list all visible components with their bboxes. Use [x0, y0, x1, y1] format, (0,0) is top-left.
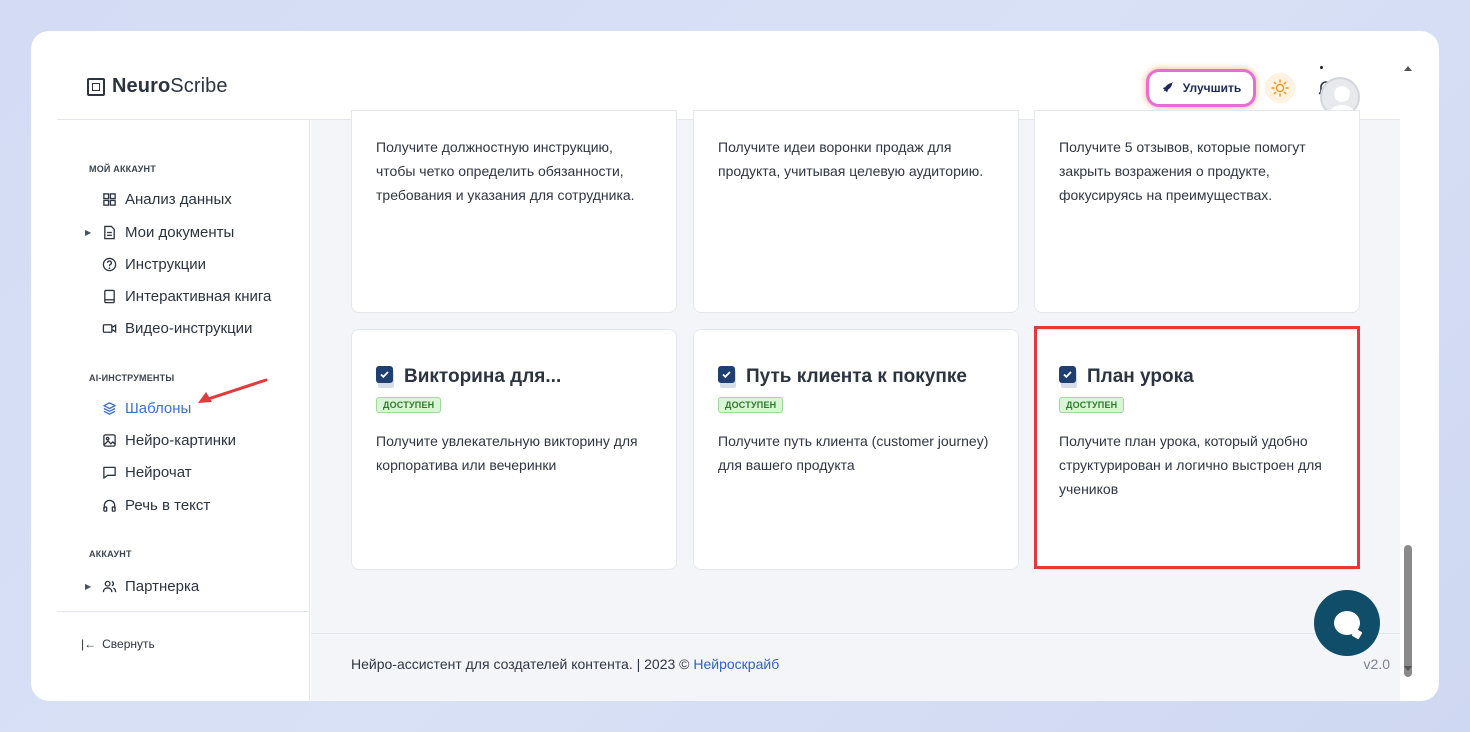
sidebar-item-partners[interactable]: ▶ Партнерка [85, 575, 199, 597]
card-description: Получите идеи воронки продаж для продукт… [718, 139, 984, 179]
card-title: Путь клиента к покупке [718, 366, 994, 388]
sidebar-item-book[interactable]: Интерактивная книга [85, 285, 271, 307]
chat-icon [101, 464, 117, 480]
sidebar-item-label: Речь в текст [125, 496, 211, 514]
sidebar-item-label: Анализ данных [125, 190, 232, 208]
sidebar-item-label: Нейрочат [125, 463, 192, 481]
document-icon [101, 224, 117, 240]
scroll-up-arrow[interactable] [1404, 66, 1412, 71]
template-card[interactable]: Получите 5 отзывов, которые помогут закр… [1034, 110, 1360, 313]
scroll-down-arrow[interactable] [1404, 666, 1412, 671]
image-icon [101, 432, 117, 448]
status-badge: ДОСТУПЕН [376, 397, 442, 413]
sidebar-item-analytics[interactable]: Анализ данных [85, 188, 232, 210]
help-icon [101, 256, 117, 272]
highlight-box [1034, 326, 1360, 569]
main-content: Получите должностную инструкцию, чтобы ч… [311, 110, 1400, 701]
sidebar-footer: |← Свернуть [57, 611, 310, 701]
theme-toggle[interactable] [1265, 73, 1295, 103]
sidebar-item-video[interactable]: Видео-инструкции [85, 317, 252, 339]
scrollbar[interactable] [1400, 61, 1416, 677]
sidebar-item-label: Нейро-картинки [125, 431, 236, 449]
card-description: Получите должностную инструкцию, чтобы ч… [376, 139, 635, 203]
template-card-customer-journey[interactable]: Путь клиента к покупке ДОСТУПЕН Получите… [693, 329, 1019, 570]
logo-text: NeuroScribe [112, 75, 228, 97]
caret-right-icon: ▶ [85, 227, 92, 237]
sidebar-item-chat[interactable]: Нейрочат [85, 461, 192, 483]
sidebar-item-label: Интерактивная книга [125, 287, 272, 305]
app-window: NeuroScribe Улучшить МОЙ АККАУНТ Анализ … [31, 31, 1439, 701]
collapse-label: Свернуть [102, 637, 155, 651]
sidebar: МОЙ АККАУНТ Анализ данных ▶ Мои документ… [57, 120, 310, 701]
card-description: Получите путь клиента (customer journey)… [718, 433, 989, 473]
book-icon [101, 288, 117, 304]
sidebar-item-documents[interactable]: ▶ Мои документы [85, 221, 234, 243]
version-label: v2.0 [1363, 656, 1390, 672]
section-title-ai-tools: AI-ИНСТРУМЕНТЫ [89, 373, 175, 383]
section-title-my-account: МОЙ АККАУНТ [89, 164, 156, 174]
top-bar: NeuroScribe Улучшить [57, 31, 1400, 120]
headphones-icon [101, 497, 117, 513]
logo[interactable]: NeuroScribe [87, 75, 228, 98]
rocket-icon [1162, 81, 1174, 93]
sidebar-item-instructions[interactable]: Инструкции [85, 253, 206, 275]
card-title: Викторина для... [376, 366, 652, 388]
chat-widget-button[interactable] [1314, 590, 1380, 656]
sidebar-item-label: Партнерка [125, 577, 200, 595]
footer: Нейро-ассистент для создателей контента.… [311, 633, 1400, 701]
sidebar-item-label: Инструкции [125, 255, 207, 273]
sidebar-item-label: Видео-инструкции [125, 319, 253, 337]
footer-link[interactable]: Нейроскрайб [693, 656, 779, 672]
annotation-arrow-icon [198, 378, 268, 403]
checkbox-icon [718, 366, 738, 388]
sidebar-item-templates[interactable]: Шаблоны [85, 397, 191, 419]
sidebar-item-speech[interactable]: Речь в текст [85, 494, 210, 516]
video-icon [101, 320, 117, 336]
sidebar-item-label: Мои документы [125, 223, 235, 241]
card-description: Получите увлекательную викторину для кор… [376, 433, 638, 473]
section-title-account: АККАУНТ [89, 549, 132, 559]
template-card[interactable]: Получите должностную инструкцию, чтобы ч… [351, 110, 677, 313]
sidebar-item-images[interactable]: Нейро-картинки [85, 429, 236, 451]
upgrade-button[interactable]: Улучшить [1149, 72, 1253, 104]
collapse-button[interactable]: |← Свернуть [81, 637, 155, 651]
sun-icon [1271, 79, 1289, 97]
logo-icon [87, 77, 105, 96]
template-card-quiz[interactable]: Викторина для... ДОСТУПЕН Получите увлек… [351, 329, 677, 570]
footer-text: Нейро-ассистент для создателей контента.… [351, 656, 780, 672]
scrollbar-thumb[interactable] [1404, 545, 1412, 677]
status-badge: ДОСТУПЕН [718, 397, 784, 413]
upgrade-label: Улучшить [1182, 81, 1242, 95]
card-description: Получите 5 отзывов, которые помогут закр… [1059, 139, 1306, 203]
sidebar-item-label: Шаблоны [125, 399, 192, 417]
caret-right-icon: ▶ [85, 581, 92, 591]
layers-icon [101, 400, 117, 416]
template-card[interactable]: Получите идеи воронки продаж для продукт… [693, 110, 1019, 313]
status-dot [1320, 66, 1323, 69]
checkbox-icon [376, 366, 396, 388]
chat-bubble-icon [1334, 611, 1360, 635]
collapse-arrow-icon: |← [81, 637, 97, 651]
grid-icon [101, 191, 117, 207]
users-icon [101, 578, 117, 594]
